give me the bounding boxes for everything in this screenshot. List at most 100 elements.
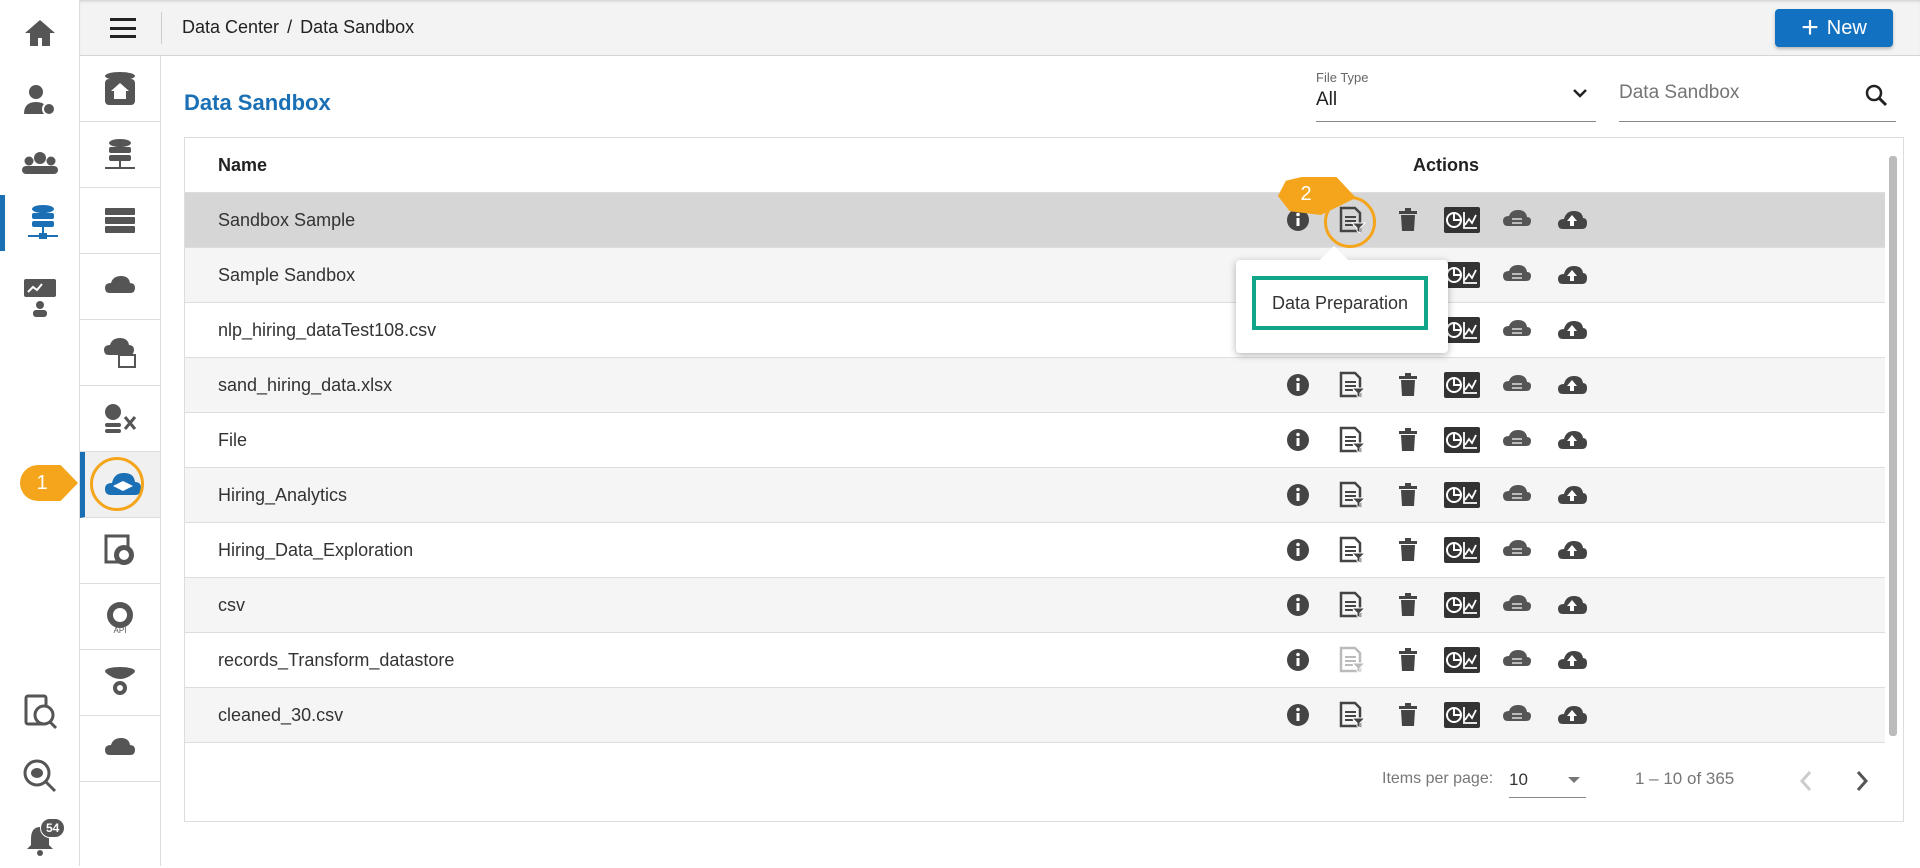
- subnav-data-stores[interactable]: [80, 254, 160, 320]
- subnav-api[interactable]: API: [80, 584, 160, 650]
- subnav-data-transform[interactable]: [80, 386, 160, 452]
- push-to-datastore-button[interactable]: [1502, 429, 1532, 451]
- visualize-button[interactable]: [1444, 592, 1480, 618]
- view-info-button[interactable]: [1286, 648, 1310, 672]
- new-button[interactable]: + New: [1775, 9, 1893, 47]
- upload-button[interactable]: [1557, 374, 1587, 396]
- upload-button[interactable]: [1557, 209, 1587, 231]
- push-to-datastore-button[interactable]: [1502, 539, 1532, 561]
- server-rack-icon: [105, 207, 135, 233]
- chevron-down-icon: [1573, 89, 1587, 98]
- data-preparation-icon: [1338, 426, 1366, 454]
- table-row[interactable]: Hiring_Data_Exploration: [185, 523, 1885, 578]
- subnav-data-center-home[interactable]: [80, 56, 160, 122]
- table-row[interactable]: Sandbox Sample: [185, 193, 1885, 248]
- data-preparation-option[interactable]: Data Preparation: [1252, 276, 1428, 330]
- data-preparation-button[interactable]: [1338, 371, 1366, 399]
- subnav-data-pipeline[interactable]: [80, 518, 160, 584]
- upload-button[interactable]: [1557, 649, 1587, 671]
- data-preparation-button[interactable]: [1338, 536, 1366, 564]
- upload-button[interactable]: [1557, 319, 1587, 341]
- visualize-button[interactable]: [1444, 427, 1480, 453]
- visualize-button[interactable]: [1444, 647, 1480, 673]
- visualize-button[interactable]: [1444, 372, 1480, 398]
- view-info-button[interactable]: [1286, 703, 1310, 727]
- subnav-data-filter[interactable]: [80, 650, 160, 716]
- push-to-datastore-button[interactable]: [1502, 264, 1532, 286]
- nav-presentation[interactable]: [0, 270, 80, 326]
- delete-button[interactable]: [1398, 483, 1418, 507]
- visualize-button[interactable]: [1444, 482, 1480, 508]
- visualize-button[interactable]: [1444, 317, 1480, 343]
- subnav-data-sets[interactable]: [80, 188, 160, 254]
- info-icon: [1286, 648, 1310, 672]
- table-row[interactable]: sand_hiring_data.xlsx: [185, 358, 1885, 413]
- upload-button[interactable]: [1557, 704, 1587, 726]
- gear-api-icon: API: [107, 601, 133, 634]
- delete-button[interactable]: [1398, 593, 1418, 617]
- nav-notifications[interactable]: 54: [0, 812, 80, 868]
- visualize-button[interactable]: [1444, 702, 1480, 728]
- cloud-database-icon: [1502, 209, 1532, 231]
- view-info-button[interactable]: [1286, 428, 1310, 452]
- table-row[interactable]: nlp_hiring_dataTest108.csv: [185, 303, 1885, 358]
- delete-button[interactable]: [1398, 648, 1418, 672]
- push-to-datastore-button[interactable]: [1502, 649, 1532, 671]
- previous-page-button[interactable]: [1799, 770, 1813, 792]
- data-preparation-button[interactable]: [1338, 591, 1366, 619]
- visualize-button[interactable]: [1444, 262, 1480, 288]
- scrollbar[interactable]: [1889, 156, 1897, 736]
- visualize-button[interactable]: [1444, 207, 1480, 233]
- data-preparation-button[interactable]: [1338, 646, 1366, 674]
- upload-button[interactable]: [1557, 539, 1587, 561]
- table-row[interactable]: csv: [185, 578, 1885, 633]
- table-row[interactable]: cleaned_30.csv: [185, 688, 1885, 743]
- next-page-button[interactable]: [1855, 770, 1869, 792]
- data-preparation-button[interactable]: [1338, 481, 1366, 509]
- nav-data-center[interactable]: [0, 195, 80, 251]
- data-preparation-button[interactable]: [1338, 701, 1366, 729]
- push-to-datastore-button[interactable]: [1502, 484, 1532, 506]
- nav-search[interactable]: [0, 748, 80, 804]
- file-type-select[interactable]: File Type All: [1316, 70, 1596, 122]
- search-field[interactable]: [1619, 70, 1896, 122]
- items-per-page-select[interactable]: 10: [1509, 762, 1586, 798]
- push-to-datastore-button[interactable]: [1502, 319, 1532, 341]
- nav-groups[interactable]: [0, 135, 80, 191]
- push-to-datastore-button[interactable]: [1502, 209, 1532, 231]
- table-row[interactable]: records_Transform_datastore: [185, 633, 1885, 688]
- subnav-data-as-api[interactable]: [80, 320, 160, 386]
- search-icon[interactable]: [1864, 83, 1888, 107]
- table-row[interactable]: Sample Sandbox: [185, 248, 1885, 303]
- upload-button[interactable]: [1557, 429, 1587, 451]
- data-preparation-button[interactable]: [1338, 426, 1366, 454]
- data-preparation-popover: Data Preparation: [1236, 245, 1448, 353]
- table-row[interactable]: File: [185, 413, 1885, 468]
- visualize-button[interactable]: [1444, 537, 1480, 563]
- table-row[interactable]: Hiring_Analytics: [185, 468, 1885, 523]
- delete-button[interactable]: [1398, 538, 1418, 562]
- nav-data-catalog[interactable]: [0, 684, 80, 740]
- delete-button[interactable]: [1398, 208, 1418, 232]
- push-to-datastore-button[interactable]: [1502, 374, 1532, 396]
- breadcrumb-data-center[interactable]: Data Center: [182, 17, 279, 38]
- view-info-button[interactable]: [1286, 538, 1310, 562]
- subnav-cloud-store[interactable]: [80, 716, 160, 782]
- upload-button[interactable]: [1557, 484, 1587, 506]
- subnav-data-connectors[interactable]: [80, 122, 160, 188]
- delete-button[interactable]: [1398, 703, 1418, 727]
- nav-home[interactable]: [0, 5, 80, 61]
- push-to-datastore-button[interactable]: [1502, 594, 1532, 616]
- upload-button[interactable]: [1557, 264, 1587, 286]
- hamburger-menu-icon[interactable]: [110, 18, 136, 38]
- view-info-button[interactable]: [1286, 483, 1310, 507]
- delete-button[interactable]: [1398, 428, 1418, 452]
- dashboard-chart-icon: [1444, 317, 1480, 343]
- push-to-datastore-button[interactable]: [1502, 704, 1532, 726]
- view-info-button[interactable]: [1286, 593, 1310, 617]
- upload-button[interactable]: [1557, 594, 1587, 616]
- delete-button[interactable]: [1398, 373, 1418, 397]
- search-input[interactable]: [1619, 82, 1839, 104]
- view-info-button[interactable]: [1286, 373, 1310, 397]
- nav-user-settings[interactable]: [0, 72, 80, 128]
